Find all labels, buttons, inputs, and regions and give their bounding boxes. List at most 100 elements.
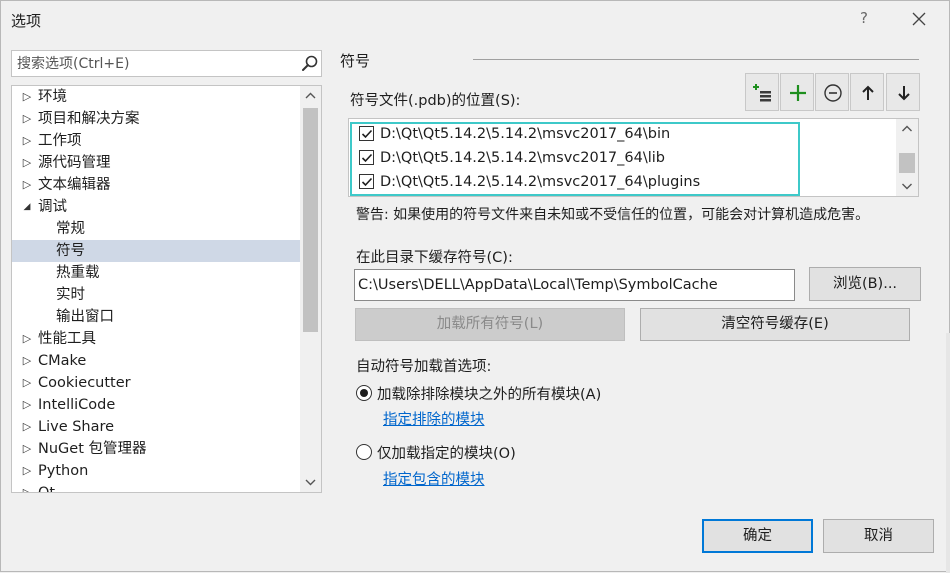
tree-item[interactable]: ▷ 文本编辑器 bbox=[12, 174, 300, 196]
tree-item[interactable]: 常规 bbox=[12, 218, 300, 240]
tree-item-label: NuGet 包管理器 bbox=[38, 441, 147, 457]
options-dialog: 选项 ? ▷环境▷项目和解决方案▷工作项▷源代码管理▷文本编辑器◢调试常规符号热… bbox=[0, 0, 950, 573]
tree-scroll-up-button[interactable] bbox=[300, 86, 321, 106]
tree-item-label: 常规 bbox=[56, 221, 85, 237]
tree-item-label: 工作项 bbox=[38, 133, 82, 149]
section-divider bbox=[473, 59, 919, 60]
collapsed-arrow-icon[interactable]: ▷ bbox=[20, 394, 34, 416]
collapsed-arrow-icon[interactable]: ▷ bbox=[20, 438, 34, 460]
tree-item-label: IntelliCode bbox=[38, 397, 116, 413]
tree-scrollbar[interactable] bbox=[300, 86, 321, 492]
tree-item-label: 环境 bbox=[38, 89, 67, 105]
tree-item[interactable]: ▷ 工作项 bbox=[12, 130, 300, 152]
dialog-title: 选项 bbox=[11, 12, 42, 30]
tree-item-label: Python bbox=[38, 463, 89, 479]
tree-item[interactable]: ▷ NuGet 包管理器 bbox=[12, 438, 300, 460]
chevron-down-icon bbox=[902, 183, 912, 190]
tree-item-label: 项目和解决方案 bbox=[38, 111, 140, 127]
tree-item[interactable]: ▷ 源代码管理 bbox=[12, 152, 300, 174]
search-button[interactable] bbox=[300, 54, 320, 74]
security-warning: 警告: 如果使用的符号文件来自未知或不受信任的位置，可能会对计算机造成危害。 bbox=[356, 207, 870, 223]
tree-item[interactable]: ▷ 性能工具 bbox=[12, 328, 300, 350]
tree-item[interactable]: 实时 bbox=[12, 284, 300, 306]
cache-dir-field bbox=[354, 269, 795, 301]
collapsed-arrow-icon[interactable]: ▷ bbox=[20, 328, 34, 350]
search-box bbox=[11, 50, 322, 77]
load-all-except-label[interactable]: 加载除排除模块之外的所有模块(A) bbox=[377, 383, 601, 404]
paths-highlight-box bbox=[350, 122, 800, 196]
tree-item[interactable]: 输出窗口 bbox=[12, 306, 300, 328]
close-button[interactable] bbox=[904, 7, 934, 33]
help-button[interactable]: ? bbox=[855, 9, 873, 29]
collapsed-arrow-icon[interactable]: ▷ bbox=[20, 460, 34, 482]
tree-item[interactable]: ▷ 项目和解决方案 bbox=[12, 108, 300, 130]
paths-scrollbar[interactable] bbox=[896, 119, 918, 196]
remove-location-button[interactable] bbox=[815, 73, 849, 111]
tree-item[interactable]: ▷ Cookiecutter bbox=[12, 372, 300, 394]
move-down-button[interactable] bbox=[886, 73, 920, 111]
cache-dir-input[interactable] bbox=[355, 270, 794, 300]
tree-item[interactable]: ◢ 调试 bbox=[12, 196, 300, 218]
tree-scroll-thumb[interactable] bbox=[303, 108, 318, 332]
tree-item-label: 源代码管理 bbox=[38, 155, 111, 171]
tree-item-label: 调试 bbox=[38, 199, 67, 215]
tree-item[interactable]: ▷ 环境 bbox=[12, 86, 300, 108]
paths-scroll-up-button[interactable] bbox=[896, 119, 918, 139]
tree-item[interactable]: 符号 bbox=[12, 240, 300, 262]
tree-item[interactable]: ▷ Qt bbox=[12, 482, 300, 493]
tree-item-label: 热重载 bbox=[56, 265, 100, 281]
arrow-down-icon bbox=[898, 86, 910, 101]
arrow-up-icon bbox=[862, 85, 874, 100]
tree-item-label: 文本编辑器 bbox=[38, 177, 111, 193]
tree-item[interactable]: ▷ Live Share bbox=[12, 416, 300, 438]
chevron-down-icon bbox=[305, 479, 316, 486]
chevron-up-icon bbox=[305, 92, 316, 99]
ok-button[interactable]: 确定 bbox=[702, 519, 813, 553]
tree-item[interactable]: ▷ Python bbox=[12, 460, 300, 482]
tree-item-label: Cookiecutter bbox=[38, 375, 131, 391]
close-icon bbox=[912, 12, 926, 26]
collapsed-arrow-icon[interactable]: ▷ bbox=[20, 482, 34, 492]
load-specified-only-label[interactable]: 仅加载指定的模块(O) bbox=[377, 442, 516, 463]
collapsed-arrow-icon[interactable]: ▷ bbox=[20, 174, 34, 196]
tree-item-label: 输出窗口 bbox=[56, 309, 114, 325]
collapsed-arrow-icon[interactable]: ▷ bbox=[20, 350, 34, 372]
collapsed-arrow-icon[interactable]: ▷ bbox=[20, 130, 34, 152]
search-input[interactable] bbox=[12, 51, 292, 76]
paths-scroll-thumb[interactable] bbox=[899, 153, 915, 173]
collapsed-arrow-icon[interactable]: ▷ bbox=[20, 372, 34, 394]
paths-scroll-down-button[interactable] bbox=[896, 176, 918, 196]
browse-button[interactable]: 浏览(B)... bbox=[809, 267, 921, 301]
add-location-button[interactable] bbox=[780, 73, 814, 111]
tree-scroll-down-button[interactable] bbox=[300, 472, 321, 492]
tree-item[interactable]: ▷ IntelliCode bbox=[12, 394, 300, 416]
symbol-locations-label: 符号文件(.pdb)的位置(S): bbox=[350, 93, 521, 109]
collapsed-arrow-icon[interactable]: ▷ bbox=[20, 416, 34, 438]
minus-circle-icon bbox=[824, 84, 842, 102]
load-from-server-button[interactable] bbox=[745, 73, 779, 111]
window-edge-strip bbox=[946, 333, 950, 573]
expanded-arrow-icon[interactable]: ◢ bbox=[20, 196, 34, 218]
specify-excluded-modules-link[interactable]: 指定排除的模块 bbox=[383, 408, 485, 429]
search-icon bbox=[302, 55, 318, 71]
title-bar: 选项 ? bbox=[1, 1, 949, 39]
radio-load-all-except-excluded[interactable] bbox=[356, 385, 372, 401]
clear-symbol-cache-button[interactable]: 清空符号缓存(E) bbox=[640, 308, 910, 341]
radio-load-specified-only[interactable] bbox=[356, 444, 372, 460]
tree-item[interactable]: 热重载 bbox=[12, 262, 300, 284]
cancel-button[interactable]: 取消 bbox=[823, 519, 934, 553]
tree-item-label: 实时 bbox=[56, 287, 85, 303]
load-all-symbols-button[interactable]: 加载所有符号(L) bbox=[355, 308, 625, 341]
section-title: 符号 bbox=[340, 52, 371, 70]
tree-item-label: Qt bbox=[38, 485, 56, 493]
chevron-up-icon bbox=[902, 125, 912, 132]
move-up-button[interactable] bbox=[850, 73, 884, 111]
tree-item[interactable]: ▷ CMake bbox=[12, 350, 300, 372]
radio-selected-dot bbox=[360, 389, 368, 397]
collapsed-arrow-icon[interactable]: ▷ bbox=[20, 86, 34, 108]
cache-dir-label: 在此目录下缓存符号(C): bbox=[356, 250, 513, 266]
specify-included-modules-link[interactable]: 指定包含的模块 bbox=[383, 468, 485, 489]
collapsed-arrow-icon[interactable]: ▷ bbox=[20, 152, 34, 174]
collapsed-arrow-icon[interactable]: ▷ bbox=[20, 108, 34, 130]
options-tree: ▷ 环境 ▷ 项目和解决方案 ▷ 工作项 ▷ 源代码管理 ▷ 文本编辑器 ◢ 调试 常规 符号 热重载 实时输… bbox=[11, 85, 322, 493]
